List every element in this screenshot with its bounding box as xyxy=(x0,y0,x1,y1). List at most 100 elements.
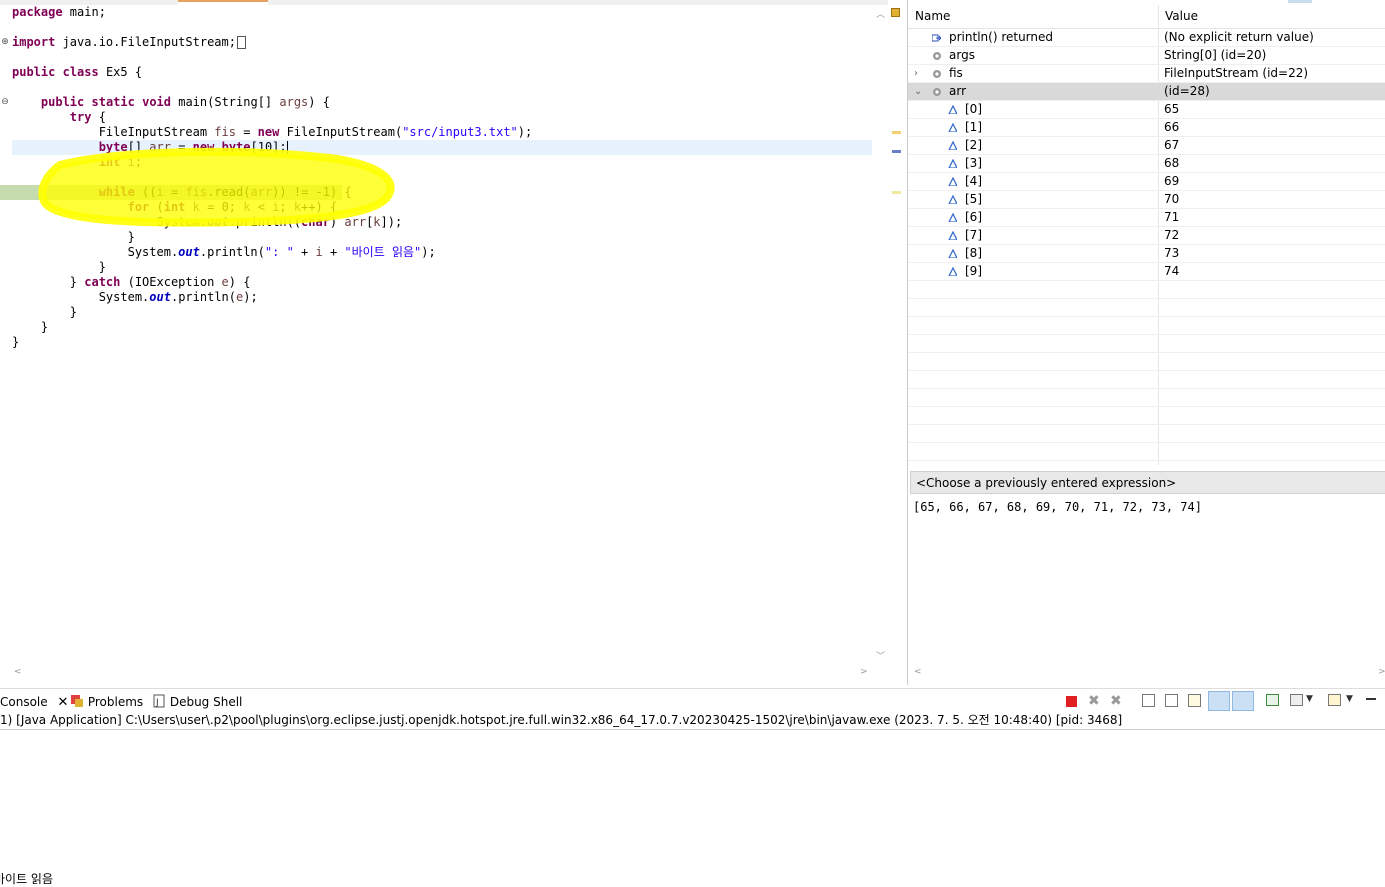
variable-row[interactable]: [5] 70 xyxy=(908,191,1385,209)
tab-debug-shell[interactable]: J Debug Shell xyxy=(152,693,242,711)
editor-horizontal-scrollbar[interactable]: < > xyxy=(0,667,874,681)
display-console-icon[interactable] xyxy=(1290,694,1303,706)
word-wrap-icon[interactable] xyxy=(1188,694,1201,707)
code-token: e xyxy=(221,275,229,289)
variables-horizontal-scrollbar[interactable]: < > xyxy=(908,667,1385,681)
code-line[interactable]: FileInputStream fis = new FileInputStrea… xyxy=(12,125,872,140)
column-header-name[interactable]: Name xyxy=(908,5,950,28)
open-console-icon[interactable] xyxy=(1328,694,1341,706)
variable-row[interactable]: › fis FileInputStream (id=22) xyxy=(908,65,1385,83)
variable-row[interactable]: [3] 68 xyxy=(908,155,1385,173)
code-line[interactable]: } xyxy=(12,230,872,245)
code-token: } xyxy=(12,275,85,289)
code-line[interactable]: public class Ex5 { xyxy=(12,65,872,80)
collapse-method-icon[interactable]: ⊖ xyxy=(1,98,9,107)
code-line[interactable] xyxy=(12,80,872,95)
variables-view[interactable]: Name Value println() returned (No explici… xyxy=(907,0,1385,685)
scroll-up-icon[interactable]: ︿ xyxy=(876,7,885,20)
occurrence-mark[interactable] xyxy=(892,131,901,134)
editor-vertical-scrollbar[interactable]: ︿ ﹀ xyxy=(874,5,888,667)
console-output[interactable]: 바이트 읽음 xyxy=(0,870,53,887)
code-token: = xyxy=(235,125,258,139)
tab-debug-shell-label: Debug Shell xyxy=(169,695,243,709)
expression-selector[interactable]: <Choose a previously entered expression> xyxy=(910,471,1385,494)
scroll-right-icon[interactable]: > xyxy=(860,667,868,677)
code-line[interactable]: System.out.println(": " + i + "바이트 읽음"); xyxy=(12,245,872,260)
show-on-stdout-toggle[interactable] xyxy=(1208,691,1230,711)
code-line[interactable]: try { xyxy=(12,110,872,125)
scroll-left-icon[interactable]: < xyxy=(14,667,22,677)
code-line[interactable]: byte[] arr = new byte[10]; xyxy=(12,140,872,155)
chevron-down-icon[interactable]: ▼ xyxy=(1306,694,1320,708)
close-icon[interactable]: ✕ xyxy=(57,695,68,710)
code-token: new xyxy=(192,140,215,154)
occurrence-mark[interactable] xyxy=(892,191,901,194)
code-line[interactable]: import java.io.FileInputStream; xyxy=(12,35,872,50)
scroll-down-icon[interactable]: ﹀ xyxy=(876,649,885,662)
code-line[interactable]: package main; xyxy=(12,5,872,20)
variable-value: FileInputStream (id=22) xyxy=(1164,66,1309,80)
code-line[interactable] xyxy=(12,20,872,35)
variable-row[interactable]: [8] 73 xyxy=(908,245,1385,263)
variable-row[interactable]: [1] 66 xyxy=(908,119,1385,137)
code-token: ": " xyxy=(264,245,294,259)
scroll-left-icon[interactable]: < xyxy=(914,667,922,677)
variable-row[interactable]: [7] 72 xyxy=(908,227,1385,245)
variable-row[interactable]: [0] 65 xyxy=(908,101,1385,119)
array-element-icon xyxy=(948,141,957,150)
code-line[interactable]: public static void main(String[] args) { xyxy=(12,95,872,110)
array-element-icon xyxy=(948,105,957,114)
code-token: i xyxy=(156,185,164,199)
code-line[interactable]: for (int k = 0; k < i; k++) { xyxy=(12,200,872,215)
scroll-right-icon[interactable]: > xyxy=(1378,667,1385,677)
code-line[interactable]: } xyxy=(12,320,872,335)
pin-console-icon[interactable] xyxy=(1266,694,1279,706)
current-line-mark[interactable] xyxy=(892,150,901,153)
code-token: args xyxy=(279,95,309,109)
folded-region-icon[interactable] xyxy=(236,36,246,49)
code-line[interactable]: } catch (IOException e) { xyxy=(12,275,872,290)
overview-ruler[interactable] xyxy=(890,5,904,667)
code-token: char xyxy=(301,215,330,229)
variable-row[interactable]: [2] 67 xyxy=(908,137,1385,155)
scroll-lock-icon[interactable] xyxy=(1165,694,1178,707)
remove-launch-icon[interactable]: ✖ xyxy=(1088,694,1102,708)
code-line[interactable]: } xyxy=(12,260,872,275)
code-line[interactable]: } xyxy=(12,305,872,320)
tab-console[interactable]: Console ✕ xyxy=(0,693,68,711)
expand-icon[interactable]: › xyxy=(914,65,918,82)
variable-row[interactable]: args String[0] (id=20) xyxy=(908,47,1385,65)
code-token: = xyxy=(163,185,186,199)
code-line[interactable]: int i; xyxy=(12,155,872,170)
remove-all-launches-icon[interactable]: ✖ xyxy=(1110,694,1124,708)
tab-problems[interactable]: Problems xyxy=(70,693,143,711)
minimize-icon[interactable] xyxy=(1366,698,1376,700)
variable-row[interactable]: ⌄ arr (id=28) xyxy=(908,83,1385,101)
array-element-icon xyxy=(948,231,957,240)
code-token: try xyxy=(69,110,92,124)
code-line[interactable]: } xyxy=(12,335,872,350)
chevron-down-icon[interactable]: ▼ xyxy=(1346,694,1360,708)
code-token: ); xyxy=(517,125,533,139)
variable-row[interactable]: [6] 71 xyxy=(908,209,1385,227)
code-line[interactable] xyxy=(12,50,872,65)
collapse-icon[interactable]: ⌄ xyxy=(914,83,922,100)
terminate-icon[interactable] xyxy=(1066,696,1077,707)
code-line[interactable] xyxy=(12,170,872,185)
code-line[interactable]: while ((i = fis.read(arr)) != -1) { xyxy=(0,185,352,200)
code-editor[interactable]: ⊕ ⊖ package main; import java.io.FileInpu… xyxy=(0,0,888,685)
column-header-value[interactable]: Value xyxy=(1158,5,1198,28)
variable-row[interactable]: println() returned (No explicit return va… xyxy=(908,29,1385,47)
variable-row[interactable]: [9] 74 xyxy=(908,263,1385,281)
expand-import-icon[interactable]: ⊕ xyxy=(1,38,9,47)
code-token: import xyxy=(12,35,56,49)
code-token: + xyxy=(293,245,316,259)
show-on-stderr-toggle[interactable] xyxy=(1232,691,1254,711)
code-line[interactable]: System.out.println(e); xyxy=(12,290,872,305)
clear-console-icon[interactable] xyxy=(1142,694,1155,707)
variable-row[interactable]: [4] 69 xyxy=(908,173,1385,191)
code-line[interactable]: System.out.println((char) arr[k]); xyxy=(12,215,872,230)
expression-result[interactable]: [65, 66, 67, 68, 69, 70, 71, 72, 73, 74] xyxy=(913,500,1202,514)
